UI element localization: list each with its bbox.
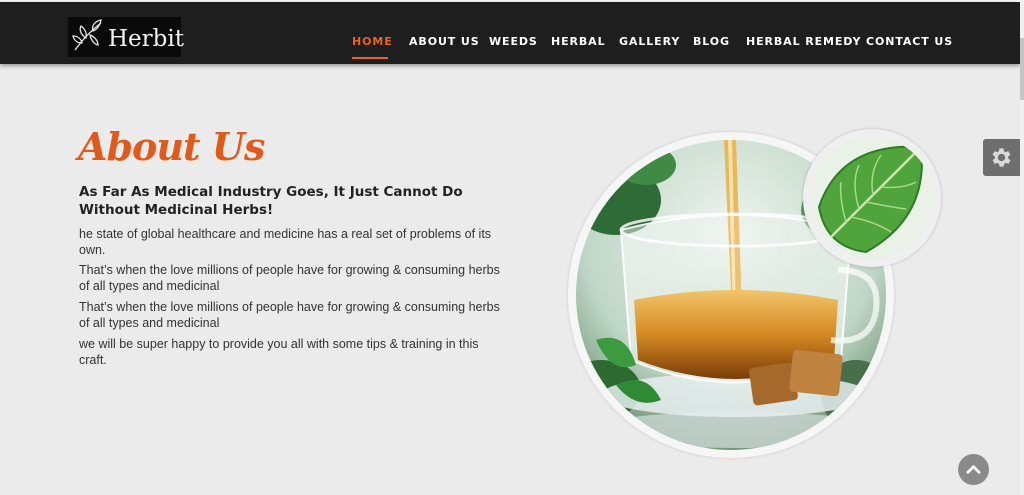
about-paragraph: That’s when the love millions of people …	[79, 263, 500, 293]
about-title: About Us	[78, 124, 265, 169]
nav-item-contact-us[interactable]: CONTACT US	[866, 35, 953, 48]
active-nav-underline	[352, 57, 388, 59]
nav-item-herbal-remedy[interactable]: HERBAL REMEDY	[746, 35, 861, 48]
scroll-to-top-button[interactable]	[958, 454, 989, 485]
settings-button[interactable]	[983, 139, 1020, 176]
about-paragraph: That’s when the love millions of people …	[79, 300, 500, 330]
leaf-image-frame	[803, 129, 941, 267]
nav-item-gallery[interactable]: GALLERY	[619, 35, 680, 48]
chevron-up-icon	[966, 465, 981, 474]
scrollbar-thumb[interactable]	[1020, 38, 1024, 100]
about-paragraph: he state of global healthcare and medici…	[79, 227, 492, 257]
nav-item-blog[interactable]: BLOG	[693, 35, 730, 48]
gear-icon	[992, 148, 1011, 167]
green-leaf-photo	[811, 137, 933, 259]
page-scrollbar[interactable]	[1020, 0, 1024, 495]
about-paragraph: we will be super happy to provide you al…	[79, 337, 479, 367]
nav-item-weeds[interactable]: WEEDS	[489, 35, 538, 48]
nav-item-home[interactable]: HOME	[352, 35, 393, 48]
main-nav: HOME ABOUT US WEEDS HERBAL GALLERY BLOG …	[0, 35, 1020, 55]
nav-item-about-us[interactable]: ABOUT US	[409, 35, 480, 48]
nav-item-herbal[interactable]: HERBAL	[551, 35, 606, 48]
site-header: Herbit HOME ABOUT US WEEDS HERBAL GALLER…	[0, 2, 1020, 64]
about-subtitle: As Far As Medical Industry Goes, It Just…	[79, 184, 463, 218]
